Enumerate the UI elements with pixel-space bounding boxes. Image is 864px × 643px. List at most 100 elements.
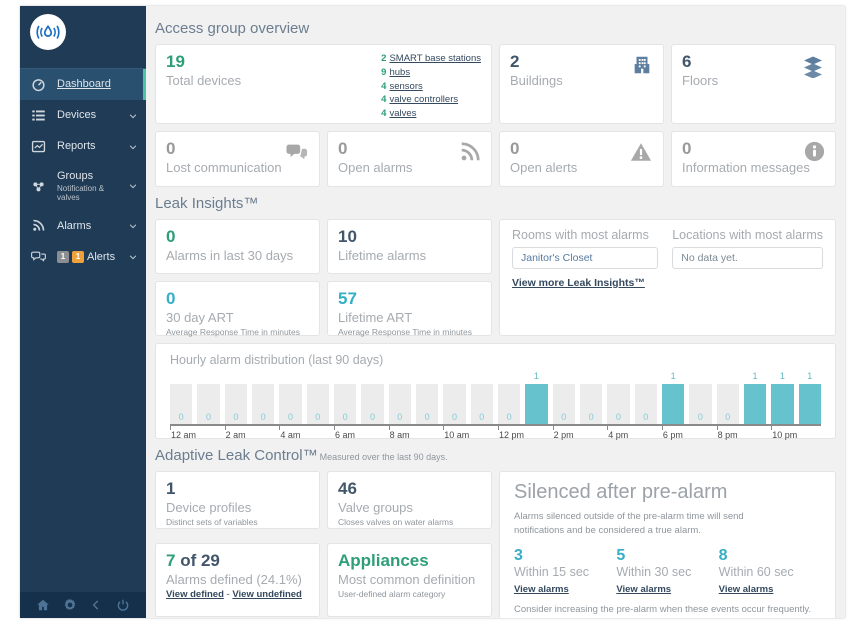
lifetime-art-caption: Average Response Time in minutes bbox=[338, 326, 473, 337]
valve-groups-label: Valve groups bbox=[338, 499, 413, 515]
device-link-row: 4 valves bbox=[381, 107, 481, 121]
most-alarms-card: Rooms with most alarms Janitor's Closet … bbox=[499, 219, 836, 336]
adaptive-subtitle: Measured over the last 90 days. bbox=[319, 452, 448, 462]
sidebar-item-label: Reports bbox=[57, 140, 96, 153]
view-alarms-link[interactable]: View alarms bbox=[719, 584, 774, 595]
silenced-15s-label: Within 15 sec bbox=[514, 564, 590, 579]
section-title-overview: Access group overview bbox=[155, 20, 310, 37]
axis-slot bbox=[635, 426, 657, 441]
bar-12pm: 0 bbox=[497, 384, 521, 424]
alarms-defined-card: 7 of 29 Alarms defined (24.1%) View defi… bbox=[155, 543, 320, 618]
chart-axis: 12 am 2 am 4 am 6 am 8 am 10 am 12 pm 2 pm 4 pm 6… bbox=[170, 426, 821, 441]
chevron-down-icon bbox=[128, 142, 138, 152]
device-link-row: 2 SMART base stations bbox=[381, 52, 481, 66]
lifetime-art-value: 57 bbox=[338, 289, 357, 308]
silenced-footer-note: Consider increasing the pre-alarm when t… bbox=[514, 603, 812, 615]
open-alerts-card: 0 Open alerts bbox=[499, 131, 664, 187]
bar-8pm: 0 bbox=[716, 384, 739, 424]
valve-groups-value: 46 bbox=[338, 479, 357, 498]
sidebar-item-dashboard[interactable]: Dashboard bbox=[20, 68, 146, 100]
view-defined-link[interactable]: View defined bbox=[166, 589, 224, 600]
rooms-with-most-alarms: Rooms with most alarms Janitor's Closet bbox=[512, 228, 659, 269]
sidebar-item-label: Dashboard bbox=[57, 78, 111, 91]
signal-drop-logo-icon bbox=[30, 14, 66, 50]
adaptive-title-text: Adaptive Leak Control™ bbox=[155, 447, 318, 464]
alarms-defined-value: 7 of 29 bbox=[166, 551, 309, 571]
device-type-link[interactable]: SMART base stations bbox=[389, 53, 481, 64]
power-icon[interactable] bbox=[116, 598, 130, 612]
device-type-links: 2 SMART base stations 9 hubs 4 sensors 4 val… bbox=[381, 52, 481, 121]
sidebar-item-alarms[interactable]: Alarms bbox=[20, 210, 146, 241]
bar-5am: 0 bbox=[306, 384, 329, 424]
device-type-link[interactable]: valves bbox=[389, 108, 416, 119]
axis-slot: 12 pm bbox=[497, 426, 524, 441]
view-alarms-link[interactable]: View alarms bbox=[514, 584, 569, 595]
appliances-label: Most common definition bbox=[338, 572, 476, 588]
rss-alarm-icon bbox=[31, 218, 48, 233]
sidebar-item-sublabel: Notification & valves bbox=[57, 184, 105, 203]
appliances-value: Appliances bbox=[338, 551, 429, 571]
gear-icon[interactable] bbox=[63, 598, 77, 612]
axis-slot: 2 pm bbox=[552, 426, 575, 441]
device-count: 4 bbox=[381, 94, 387, 106]
axis-slot bbox=[471, 426, 493, 441]
silenced-col-15s: 3 Within 15 sec View alarms bbox=[514, 547, 616, 597]
locations-value-box[interactable]: No data yet. bbox=[672, 247, 823, 269]
alarms-30-days-value: 0 bbox=[166, 227, 176, 246]
lifetime-alarms-value: 10 bbox=[338, 227, 357, 246]
app-window: Dashboard Devices Reports Groups Notific… bbox=[20, 6, 845, 618]
sidebar-item-label: Devices bbox=[57, 109, 97, 122]
leak-insights-grid: 0 Alarms in last 30 days 10 Lifetime ala… bbox=[155, 219, 836, 337]
axis-slot: 8 am bbox=[388, 426, 411, 441]
alarms-30-days-card: 0 Alarms in last 30 days bbox=[155, 219, 320, 274]
axis-slot: 12 am bbox=[170, 426, 196, 441]
alerts-badge-orange: 1 bbox=[72, 250, 84, 263]
sidebar-item-label: Groups bbox=[57, 170, 94, 182]
axis-slot: 4 am bbox=[279, 426, 301, 441]
adaptive-grid: 1 Device profiles Distinct sets of varia… bbox=[155, 471, 836, 618]
sidebar-item-groups[interactable]: Groups Notification & valves bbox=[20, 162, 146, 210]
logo bbox=[20, 6, 146, 60]
sidebar-item-alerts[interactable]: 1 1 Alerts bbox=[20, 241, 146, 272]
view-alarms-link[interactable]: View alarms bbox=[616, 584, 671, 595]
bar-6pm: 1 bbox=[661, 371, 685, 424]
device-profiles-value: 1 bbox=[166, 479, 176, 498]
rss-icon bbox=[459, 141, 481, 163]
view-more-leak-insights-link[interactable]: View more Leak Insights™ bbox=[512, 277, 645, 289]
warning-triangle-icon bbox=[629, 141, 653, 163]
device-type-link[interactable]: valve controllers bbox=[389, 94, 458, 105]
lost-communication-card: 0 Lost communication bbox=[155, 131, 320, 187]
bar-10pm: 1 bbox=[771, 371, 794, 424]
device-list-icon bbox=[31, 108, 48, 123]
device-profiles-label: Device profiles bbox=[166, 499, 252, 515]
device-type-link[interactable]: sensors bbox=[389, 81, 422, 92]
device-type-link[interactable]: hubs bbox=[389, 67, 410, 78]
chevron-down-icon bbox=[128, 221, 138, 231]
lifetime-art-label: Lifetime ART bbox=[338, 309, 413, 325]
bar-2am: 0 bbox=[224, 384, 247, 424]
sidebar-item-reports[interactable]: Reports bbox=[20, 131, 146, 162]
chevron-down-icon bbox=[128, 252, 138, 262]
alarms-defined-links: View defined - View undefined bbox=[166, 589, 309, 600]
collapse-chevron-left-icon[interactable] bbox=[89, 598, 103, 612]
axis-slot: 6 pm bbox=[661, 426, 684, 441]
view-undefined-link[interactable]: View undefined bbox=[232, 589, 302, 600]
alerts-badge-gray: 1 bbox=[57, 250, 69, 263]
sidebar-item-devices[interactable]: Devices bbox=[20, 100, 146, 131]
device-profiles-caption: Distinct sets of variables bbox=[166, 516, 258, 527]
device-count: 2 bbox=[381, 53, 387, 64]
bar-4am: 0 bbox=[279, 384, 302, 424]
bar-11am: 0 bbox=[470, 384, 493, 424]
alarms-30-days-label: Alarms in last 30 days bbox=[166, 247, 294, 263]
device-count: 4 bbox=[381, 80, 387, 92]
home-icon[interactable] bbox=[36, 598, 50, 612]
rooms-value-box[interactable]: Janitor's Closet bbox=[512, 247, 659, 269]
layers-icon bbox=[801, 54, 825, 78]
floors-card: 6 Floors bbox=[671, 44, 836, 124]
device-count: 4 bbox=[381, 108, 387, 120]
device-link-row: 4 sensors bbox=[381, 80, 481, 94]
appliances-caption: User-defined alarm category bbox=[338, 589, 446, 600]
sidebar-item-label: Alarms bbox=[57, 219, 92, 232]
lifetime-art-card: 57 Lifetime ART Average Response Time in… bbox=[327, 281, 492, 337]
